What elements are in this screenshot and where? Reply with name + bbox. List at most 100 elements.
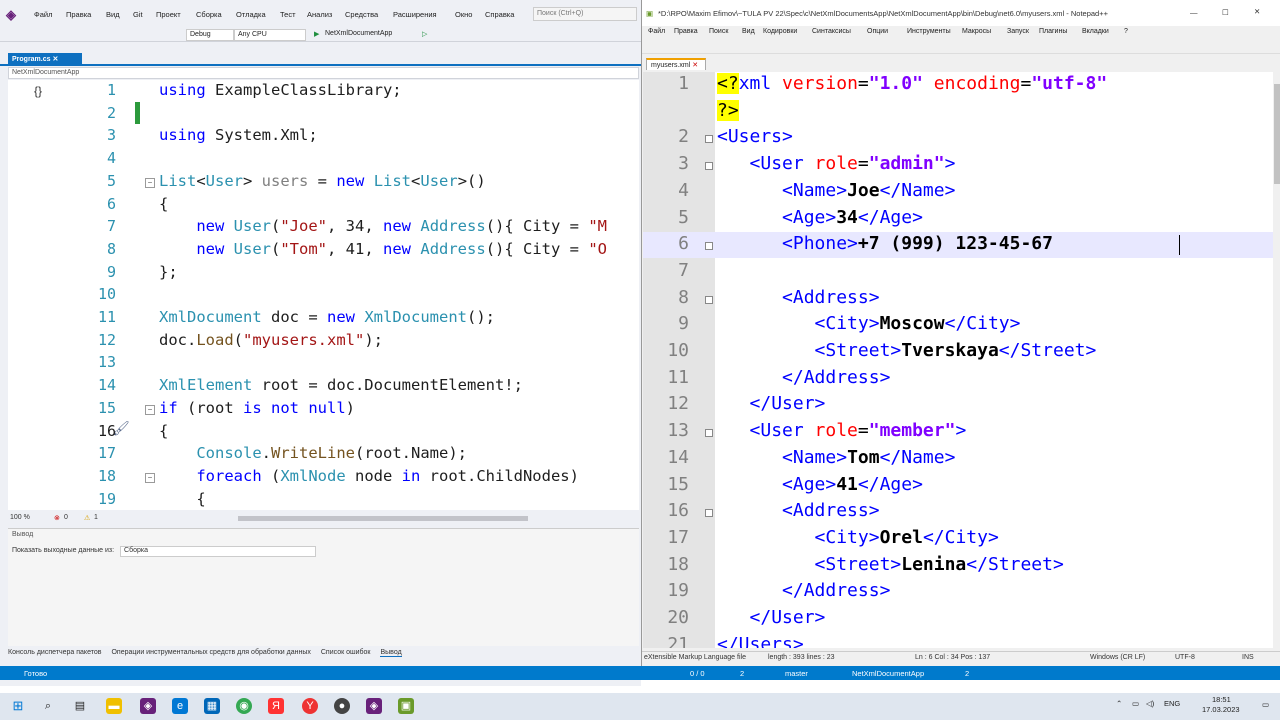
output-source-select[interactable]: Сборка <box>120 546 317 557</box>
file-explorer-icon[interactable]: ▬ <box>106 698 122 714</box>
xml-editor[interactable]: 1 <?xml version="1.0" encoding="utf-8" ?> 2… <box>643 72 1273 648</box>
menu-item[interactable]: Файл <box>34 10 52 19</box>
np-menu-item[interactable]: Вкладки <box>1082 28 1109 35</box>
np-menu-item[interactable]: Правка <box>674 28 698 35</box>
line-number: 14 <box>97 376 116 395</box>
store-icon[interactable]: ▦ <box>204 698 220 714</box>
task-view-icon[interactable]: ▤ <box>72 698 88 714</box>
code-text: new User("Joe", 34, new Address(){ City … <box>196 217 608 236</box>
clock-date[interactable]: 17.03.2023 <box>1202 705 1240 714</box>
np-menu-item[interactable]: Вид <box>742 28 755 35</box>
maximize-icon[interactable]: ☐ <box>1222 8 1229 17</box>
zoom-level[interactable]: 100 % <box>10 514 30 521</box>
menu-item[interactable]: Окно <box>455 10 472 19</box>
insert-mode: INS <box>1242 654 1254 661</box>
xml-text: <Phone>+7 (999) 123-45-67 <box>782 233 1053 255</box>
np-menu-item[interactable]: Файл <box>648 28 665 35</box>
menu-item[interactable]: Анализ <box>307 10 332 19</box>
tab-myusers-xml[interactable]: myusers.xml ✕ <box>646 58 706 70</box>
menu-item[interactable]: Справка <box>485 10 514 19</box>
clock-time[interactable]: 18:51 <box>1212 695 1231 704</box>
fold-toggle-icon[interactable]: − <box>145 404 155 415</box>
status-repo[interactable]: NetXmlDocumentApp <box>852 669 924 678</box>
status-notifications[interactable]: 2 <box>965 669 969 678</box>
horizontal-scrollbar[interactable] <box>238 516 528 521</box>
menu-item[interactable]: Расширения <box>393 10 437 19</box>
chrome-icon[interactable]: ◉ <box>236 698 252 714</box>
np-menu-item[interactable]: Макросы <box>962 28 991 35</box>
fold-toggle-icon[interactable] <box>705 295 713 304</box>
search-input[interactable]: Поиск (Ctrl+Q) <box>533 7 637 21</box>
bottom-tab[interactable]: Операции инструментальных средств для об… <box>111 649 310 656</box>
np-menu-item[interactable]: Инструменты <box>907 28 951 35</box>
code-text: { <box>159 489 206 508</box>
output-source-label: Показать выходные данные из: <box>12 547 115 554</box>
vs-logo-icon[interactable]: ◈ <box>6 7 22 22</box>
menu-item[interactable]: Проект <box>156 10 181 19</box>
obs-icon[interactable]: ● <box>334 698 350 714</box>
fold-toggle-icon[interactable] <box>705 509 713 518</box>
menu-item[interactable]: Средства <box>345 10 378 19</box>
minimize-icon[interactable]: — <box>1190 8 1198 17</box>
code-text: using System.Xml; <box>159 126 318 145</box>
volume-icon[interactable]: ◁) <box>1146 699 1154 708</box>
fold-toggle-icon[interactable] <box>705 135 713 144</box>
language-indicator[interactable]: ENG <box>1164 699 1180 708</box>
status-sync[interactable]: 0 / 0 <box>690 669 705 678</box>
bottom-tab[interactable]: Вывод <box>380 649 402 657</box>
config-select[interactable]: Debug <box>186 29 234 41</box>
xml-text: <User role="member"> <box>749 420 967 442</box>
visual-studio-2-icon[interactable]: ◈ <box>366 698 382 714</box>
warning-icon[interactable]: ⚠ <box>84 514 90 522</box>
vertical-scrollbar[interactable] <box>1273 72 1280 648</box>
notepadpp-icon[interactable]: ▣ <box>398 698 414 714</box>
notifications-icon[interactable]: ▭ <box>1262 700 1269 709</box>
edge-icon[interactable]: e <box>172 698 188 714</box>
fold-toggle-icon[interactable] <box>705 429 713 438</box>
code-line: 8 new User("Tom", 41, new Address(){ Cit… <box>8 240 639 263</box>
menu-item[interactable]: Отладка <box>236 10 266 19</box>
tab-label: myusers.xml <box>651 62 691 69</box>
fold-toggle-icon[interactable]: − <box>145 472 155 483</box>
close-icon[interactable]: ✕ <box>52 56 58 63</box>
np-menu-item[interactable]: Плагины <box>1039 28 1067 35</box>
xml-line: 16 <Address> <box>643 500 1273 527</box>
menu-item[interactable]: Сборка <box>196 10 222 19</box>
yandex-icon[interactable]: Я <box>268 698 284 714</box>
xml-line: 5 <Age>34</Age> <box>643 207 1273 234</box>
run-button[interactable]: NetXmlDocumentApp <box>323 29 394 41</box>
menu-item[interactable]: Тест <box>280 10 296 19</box>
search-icon[interactable]: ⌕ <box>40 698 56 714</box>
bottom-tab[interactable]: Список ошибок <box>321 649 371 656</box>
np-menu-item[interactable]: ? <box>1124 28 1128 35</box>
np-menu-item[interactable]: Кодировки <box>763 28 797 35</box>
taskbar: ⊞ ⌕ ▤ ▬ ◈ e ▦ ◉ Я Y ● ◈ ▣ ⌃ ▭ ◁) ENG 18:… <box>0 693 1280 720</box>
network-icon[interactable]: ▭ <box>1132 699 1139 708</box>
visual-studio-icon[interactable]: ◈ <box>140 698 156 714</box>
close-icon[interactable]: ✕ <box>1254 7 1260 16</box>
fold-toggle-icon[interactable] <box>705 162 713 171</box>
menu-item[interactable]: Git <box>133 10 143 19</box>
bottom-tab[interactable]: Консоль диспетчера пакетов <box>8 649 101 656</box>
status-branch[interactable]: master <box>785 669 808 678</box>
np-menu-item[interactable]: Запуск <box>1007 28 1029 35</box>
start-icon[interactable]: ⊞ <box>10 698 26 714</box>
np-menu-item[interactable]: Опции <box>867 28 888 35</box>
tab-program-cs[interactable]: Program.cs ✕ <box>8 53 82 66</box>
fold-toggle-icon[interactable]: − <box>145 177 155 188</box>
platform-select[interactable]: Any CPU <box>234 29 306 41</box>
fold-toggle-icon[interactable] <box>705 242 713 251</box>
status-changes[interactable]: 2 <box>740 669 744 678</box>
code-editor[interactable]: {} 🖌 1 using ExampleClassLibrary; 2 3 using … <box>8 80 639 510</box>
error-icon[interactable]: ⊗ <box>54 514 60 522</box>
np-menu-item[interactable]: Синтаксисы <box>812 28 851 35</box>
start-without-debug-icon[interactable]: ▷ <box>420 29 429 41</box>
yandex-browser-icon[interactable]: Y <box>302 698 318 714</box>
tray-chevron-icon[interactable]: ⌃ <box>1116 699 1122 708</box>
navigation-bar[interactable]: NetXmlDocumentApp <box>8 67 639 79</box>
menu-item[interactable]: Правка <box>66 10 91 19</box>
menu-item[interactable]: Вид <box>106 10 120 19</box>
run-icon[interactable]: ▶ <box>312 29 321 41</box>
close-icon[interactable]: ✕ <box>692 62 698 69</box>
np-menu-item[interactable]: Поиск <box>709 28 728 35</box>
